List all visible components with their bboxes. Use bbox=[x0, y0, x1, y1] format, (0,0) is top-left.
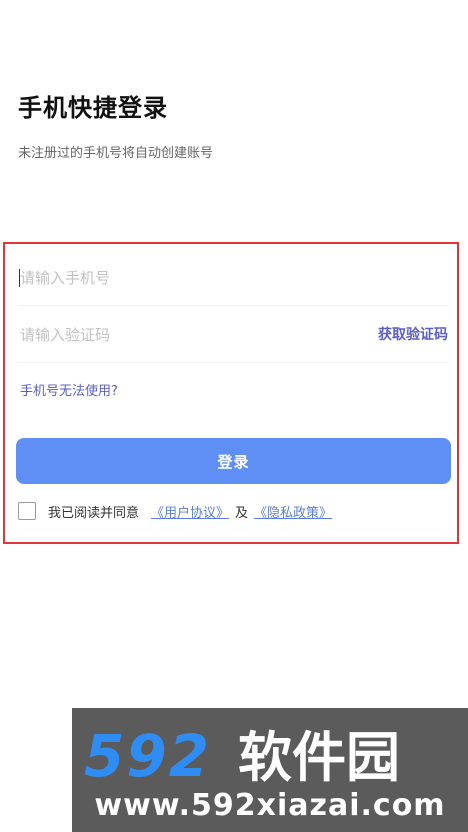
get-code-button[interactable]: 获取验证码 bbox=[378, 307, 448, 363]
agreement-row: 我已阅读并同意 《用户协议》 及 《隐私政策》 bbox=[18, 500, 332, 522]
page-subtitle: 未注册过的手机号将自动创建账号 bbox=[18, 146, 214, 161]
verification-code-input[interactable] bbox=[20, 307, 340, 363]
page-title: 手机快捷登录 bbox=[18, 94, 168, 122]
agreement-checkbox[interactable] bbox=[18, 502, 36, 520]
phone-field-row bbox=[18, 250, 448, 306]
phone-input[interactable] bbox=[20, 250, 440, 306]
user-agreement-link[interactable]: 《用户协议》 bbox=[151, 502, 229, 521]
watermark: 592 软件园 www.592xiazai.com bbox=[72, 708, 468, 832]
svg-text:592: 592 bbox=[84, 722, 211, 788]
privacy-policy-link[interactable]: 《隐私政策》 bbox=[254, 502, 332, 521]
watermark-url: www.592xiazai.com bbox=[94, 788, 446, 823]
svg-text:软件园: 软件园 bbox=[238, 726, 400, 788]
login-button[interactable]: 登录 bbox=[16, 438, 451, 484]
code-field-row: 获取验证码 bbox=[18, 307, 448, 363]
phone-unavailable-link[interactable]: 手机号无法使用? bbox=[20, 380, 118, 399]
agreement-prefix: 我已阅读并同意 bbox=[48, 505, 140, 521]
watermark-logo: 592 软件园 bbox=[84, 722, 400, 788]
agreement-conjunction: 及 bbox=[235, 505, 249, 521]
